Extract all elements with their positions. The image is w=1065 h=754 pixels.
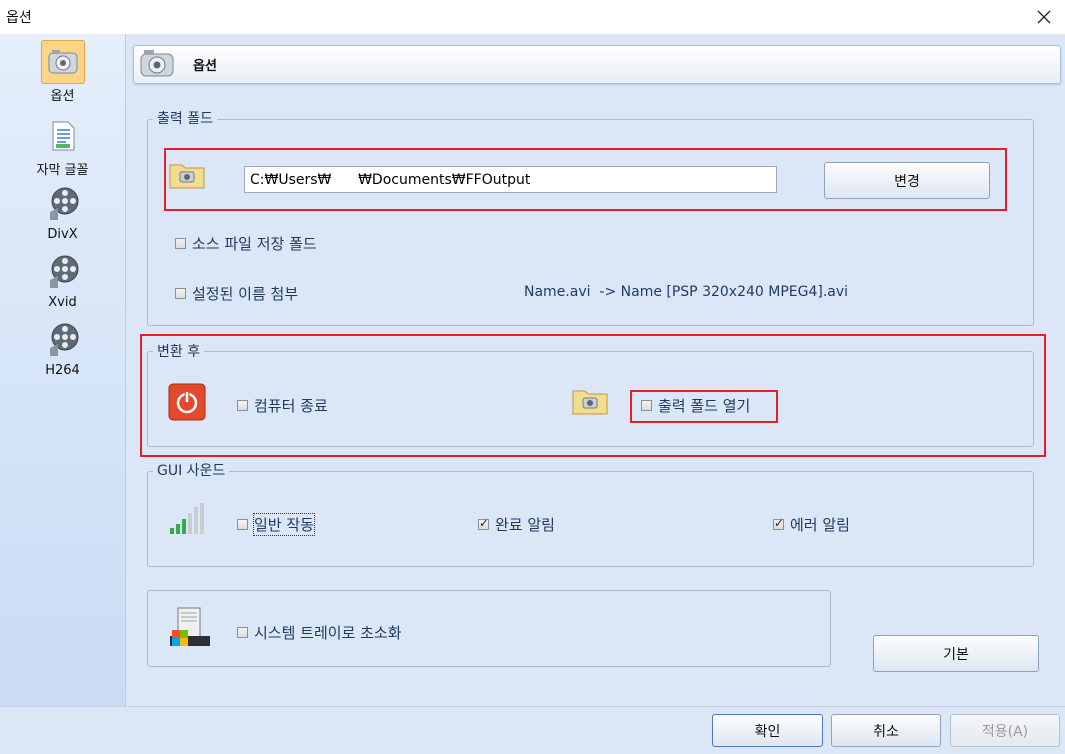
- sidebar: 옵션 자막 글꼴 DivX Xvid H264: [0, 34, 126, 706]
- checkbox-box: [478, 516, 489, 530]
- title-bar: [0, 0, 1065, 34]
- source-folder-checkbox[interactable]: 소스 파일 저장 폴드: [175, 233, 317, 254]
- sidebar-item-subtitle-font[interactable]: 자막 글꼴: [0, 114, 125, 178]
- checkbox-box: [175, 288, 186, 299]
- sidebar-item-options[interactable]: 옵션: [0, 40, 125, 104]
- complete-sound-checkbox[interactable]: 완료 알림: [478, 514, 555, 535]
- normal-sound-checkbox[interactable]: 일반 작동: [237, 513, 315, 536]
- output-folder-legend: 출력 폴드: [153, 108, 217, 128]
- checkbox-label: 에러 알림: [790, 516, 850, 534]
- sidebar-item-xvid[interactable]: Xvid: [0, 250, 125, 310]
- name-example-text: Name.avi -> Name [PSP 320x240 MPEG4].avi: [524, 284, 849, 300]
- sidebar-item-h264[interactable]: H264: [0, 318, 125, 378]
- checkbox-label: 소스 파일 저장 폴드: [192, 235, 317, 253]
- highlight-box: [164, 148, 1007, 211]
- apply-button[interactable]: 적용(A): [950, 714, 1060, 747]
- sidebar-item-label: 자막 글꼴: [36, 163, 89, 178]
- system-tray-icon: [170, 607, 210, 646]
- close-button[interactable]: [1026, 1, 1062, 33]
- film-reel-icon: [49, 255, 78, 288]
- checkbox-box: [175, 238, 186, 249]
- highlight-box: [140, 334, 1046, 457]
- checkbox-label: 설정된 이름 첨부: [192, 285, 299, 303]
- checkbox-label: 일반 작동: [253, 513, 315, 536]
- error-sound-checkbox[interactable]: 에러 알림: [773, 514, 850, 535]
- checkbox-label: 완료 알림: [495, 516, 555, 534]
- checkbox-label: 시스템 트레이로 초소화: [254, 624, 402, 642]
- gui-sound-legend: GUI 사운드: [153, 460, 230, 480]
- cancel-button[interactable]: 취소: [831, 714, 941, 747]
- checkbox-box: [237, 627, 248, 638]
- close-icon: [1037, 10, 1051, 24]
- checkbox-box: [237, 519, 248, 530]
- sidebar-item-label: 옵션: [50, 89, 75, 104]
- film-reel-icon: [49, 187, 78, 220]
- film-reel-icon: [49, 323, 78, 356]
- page-title: 옵션: [193, 59, 217, 74]
- minimize-to-tray-checkbox[interactable]: 시스템 트레이로 초소화: [237, 622, 402, 643]
- window-title: 옵션: [6, 10, 32, 26]
- checkbox-box: [773, 516, 784, 530]
- header-panel: [133, 45, 1061, 84]
- signal-bars-icon: [170, 503, 204, 534]
- default-button[interactable]: 기본: [873, 635, 1039, 672]
- sidebar-item-label: Xvid: [48, 295, 77, 310]
- ok-button[interactable]: 확인: [712, 714, 823, 747]
- sidebar-item-divx[interactable]: DivX: [0, 182, 125, 242]
- sidebar-item-label: H264: [45, 363, 80, 378]
- options-icon: [140, 50, 174, 77]
- append-name-checkbox[interactable]: 설정된 이름 첨부: [175, 283, 298, 304]
- subtitle-font-icon: [52, 121, 74, 151]
- sidebar-item-label: DivX: [47, 227, 78, 242]
- options-icon: [48, 50, 77, 74]
